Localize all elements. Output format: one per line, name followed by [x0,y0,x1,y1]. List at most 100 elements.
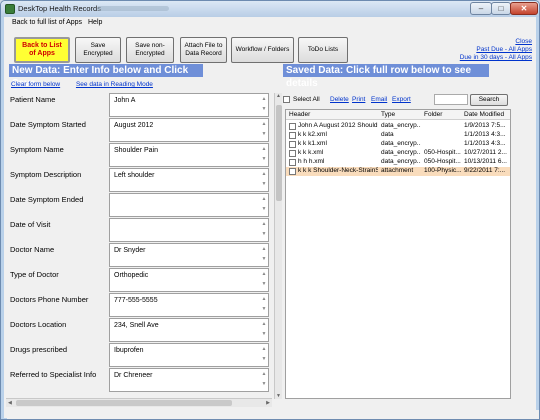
form-row: Doctor Name Dr Snyder ▲ ▼ [6,243,272,269]
past-due-link[interactable]: Past Due - All Apps [460,46,532,54]
close-link[interactable]: Close [460,38,532,46]
menu-help[interactable]: Help [88,19,102,26]
field-scroll-arrows[interactable]: ▲ ▼ [260,119,268,141]
cell-header: h h h.xml [298,158,325,165]
row-checkbox[interactable] [289,150,296,157]
column-header-header[interactable]: Header [289,111,310,118]
field-scroll-arrows[interactable]: ▲ ▼ [260,369,268,391]
print-link[interactable]: Print [352,96,365,103]
symptom-name-field[interactable]: Shoulder Pain ▲ ▼ [109,143,269,167]
menu-back-to-apps[interactable]: Back to full list of Apps [12,19,82,26]
field-scroll-arrows[interactable]: ▲ ▼ [260,244,268,266]
back-to-list-button[interactable]: Back to List of Apps [14,37,70,63]
cell-type: data_encryp... [381,140,421,147]
window-title: DeskTop Health Records [18,4,101,13]
field-scroll-arrows[interactable]: ▲ ▼ [260,294,268,316]
field-scroll-arrows[interactable]: ▲ ▼ [260,269,268,291]
field-scroll-arrows[interactable]: ▲ ▼ [260,194,268,216]
clear-form-link[interactable]: Clear form below [11,81,60,88]
search-input[interactable] [434,94,468,105]
form-row: Date Symptom Started August 2012 ▲ ▼ [6,118,272,144]
workflow-folders-button[interactable]: Workflow / Folders [231,37,294,63]
save-non-encrypted-button[interactable]: Save non-Encrypted [126,37,174,63]
form-row: Patient Name John A ▲ ▼ [6,93,272,119]
field-scroll-arrows[interactable]: ▲ ▼ [260,344,268,366]
date-symptom-ended-field[interactable]: ▲ ▼ [109,193,269,217]
drugs-prescribed-field[interactable]: Ibuprofen ▲ ▼ [109,343,269,367]
field-scroll-arrows[interactable]: ▲ ▼ [260,169,268,191]
scroll-up-icon[interactable]: ▲ [276,93,281,99]
field-value: Orthopedic [114,272,149,279]
field-label: Doctors Location [10,320,67,329]
todo-lists-button[interactable]: ToDo Lists [298,37,348,63]
form-row: Drugs prescribed Ibuprofen ▲ ▼ [6,343,272,369]
table-row[interactable]: John A August 2012 Should... data_encryp… [286,122,510,131]
export-link[interactable]: Export [392,96,411,103]
attach-file-button[interactable]: Attach File to Data Record [180,37,227,63]
close-window-button[interactable]: ✕ [510,2,538,15]
form-row: Doctors Location 234, Snell Ave ▲ ▼ [6,318,272,344]
scroll-thumb[interactable] [16,400,232,406]
new-data-banner: New Data: Enter Info below and Click Sav… [9,64,203,89]
field-label: Patient Name [10,95,56,104]
select-all-checkbox[interactable] [283,96,290,103]
referred-specialist-field[interactable]: Dr Chreneer ▲ ▼ [109,368,269,392]
form-vertical-scrollbar[interactable]: ▲ ▼ [274,93,282,399]
form-links: Clear form below See data in Reading Mod… [11,81,167,88]
scroll-right-icon[interactable]: ▶ [266,400,270,406]
saved-data-banner: Saved Data: Click full row below to see … [283,64,489,89]
doctors-phone-field[interactable]: 777-555-5555 ▲ ▼ [109,293,269,317]
reading-mode-link[interactable]: See data in Reading Mode [76,81,153,88]
field-label: Drugs prescribed [10,345,68,354]
field-scroll-arrows[interactable]: ▲ ▼ [260,219,268,241]
scroll-left-icon[interactable]: ◀ [8,400,12,406]
field-scroll-arrows[interactable]: ▲ ▼ [260,94,268,116]
form-row: Date of Visit ▲ ▼ [6,218,272,244]
field-scroll-arrows[interactable]: ▲ ▼ [260,144,268,166]
cell-header: k k k Shoulder-Neck-StrainS... [298,167,378,174]
delete-link[interactable]: Delete [330,96,349,103]
symptom-description-field[interactable]: Left shoulder ▲ ▼ [109,168,269,192]
saved-data-grid: Header Type Folder Date Modified John A … [285,109,511,399]
field-value: Left shoulder [114,172,155,179]
form-horizontal-scrollbar[interactable]: ◀ ▶ [6,398,272,407]
field-label: Date Symptom Started [10,120,86,129]
scroll-thumb[interactable] [276,105,282,201]
table-row[interactable]: k k k1.xml data_encryp... 1/1/2013 4:3..… [286,140,510,149]
table-row-selected[interactable]: k k k Shoulder-Neck-StrainS... attachmen… [286,167,510,176]
row-checkbox[interactable] [289,159,296,166]
row-checkbox[interactable] [289,141,296,148]
row-checkbox[interactable] [289,132,296,139]
minimize-button[interactable]: – [470,2,492,15]
row-checkbox[interactable] [289,123,296,130]
maximize-button[interactable]: □ [491,2,511,15]
due-30-link[interactable]: Due in 30 days - All Apps [460,54,532,62]
table-row[interactable]: k k k.xml data_encryp... 050-Hospit... 1… [286,149,510,158]
table-row[interactable]: h h h.xml data_encryp... 050-Hospit... 1… [286,158,510,167]
row-checkbox[interactable] [289,168,296,175]
cell-type: data_encryp... [381,149,421,156]
search-button[interactable]: Search [470,94,508,106]
doctors-location-field[interactable]: 234, Snell Ave ▲ ▼ [109,318,269,342]
column-header-folder[interactable]: Folder [424,111,442,118]
patient-name-field[interactable]: John A ▲ ▼ [109,93,269,117]
table-row[interactable]: k k k2.xml data 1/1/2013 4:3... [286,131,510,140]
date-of-visit-field[interactable]: ▲ ▼ [109,218,269,242]
field-scroll-arrows[interactable]: ▲ ▼ [260,319,268,341]
type-of-doctor-field[interactable]: Orthopedic ▲ ▼ [109,268,269,292]
date-symptom-started-field[interactable]: August 2012 ▲ ▼ [109,118,269,142]
field-label: Doctors Phone Number [10,295,89,304]
title-bar[interactable]: DeskTop Health Records – □ ✕ [1,1,539,17]
field-value: Ibuprofen [114,347,144,354]
save-encrypted-button[interactable]: Save Encrypted [75,37,121,63]
field-label: Type of Doctor [10,270,59,279]
cell-folder: 100-Physic... [424,167,461,174]
doctor-name-field[interactable]: Dr Snyder ▲ ▼ [109,243,269,267]
field-value: Shoulder Pain [114,147,158,154]
client-area: Back to full list of Apps Help Back to L… [4,17,539,419]
column-header-type[interactable]: Type [381,111,395,118]
scroll-down-icon[interactable]: ▼ [276,393,281,399]
column-header-date[interactable]: Date Modified [464,111,504,118]
menu-bar: Back to full list of Apps Help [4,17,536,29]
email-link[interactable]: Email [371,96,387,103]
